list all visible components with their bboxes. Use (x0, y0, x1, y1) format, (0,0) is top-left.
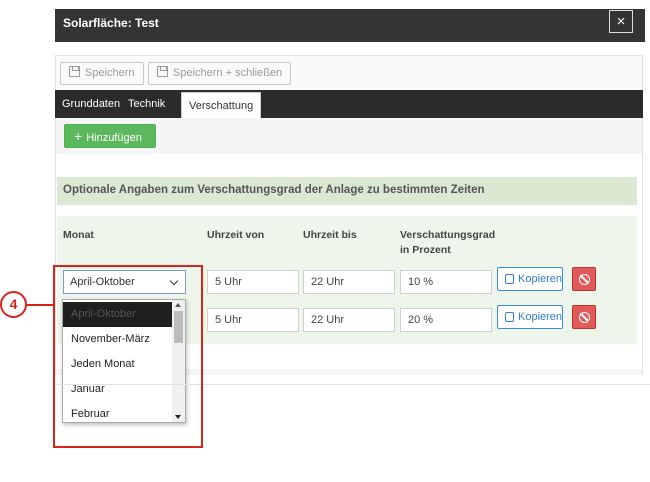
add-button-label: Hinzufügen (86, 132, 142, 144)
save-close-button-label: Speichern + schließen (173, 67, 283, 79)
toolbar: Speichern Speichern + schließen (55, 55, 643, 90)
save-close-button[interactable]: Speichern + schließen (148, 62, 292, 85)
column-header-month: Monat (63, 229, 94, 241)
section-title: Optionale Angaben zum Verschattungsgrad … (63, 184, 485, 196)
ban-icon (579, 312, 590, 323)
floppy-disk-icon (157, 66, 168, 77)
save-button-label: Speichern (85, 67, 135, 79)
plus-icon: + (74, 128, 83, 144)
column-header-time-from: Uhrzeit von (207, 229, 265, 241)
tab-bar: Grunddaten Technik Verschattung (55, 90, 643, 120)
time-to-input[interactable]: 22 Uhr (303, 270, 395, 294)
ban-icon (579, 274, 590, 285)
copy-button-label: Kopieren (518, 311, 563, 323)
step-number-badge: 4 (0, 291, 27, 318)
copy-button-label: Kopieren (518, 273, 563, 285)
column-header-time-to: Uhrzeit bis (303, 229, 357, 241)
column-header-shading-line1: Verschattungsgrad (400, 229, 496, 241)
copy-icon (505, 312, 514, 322)
column-header-shading-line2: in Prozent (400, 244, 451, 256)
save-button[interactable]: Speichern (60, 62, 144, 85)
tab-grunddaten[interactable]: Grunddaten (55, 90, 127, 118)
copy-button[interactable]: Kopieren (497, 305, 563, 329)
delete-button[interactable] (572, 267, 596, 291)
copy-icon (505, 274, 514, 284)
dialog-header: Solarfläche: Test × (55, 9, 645, 42)
highlight-frame (53, 265, 203, 448)
copy-button[interactable]: Kopieren (497, 267, 563, 291)
floppy-disk-icon (69, 66, 80, 77)
tab-verschattung[interactable]: Verschattung (181, 92, 262, 120)
tab-technik[interactable]: Technik (121, 90, 172, 118)
shading-percent-input[interactable]: 10 % (400, 270, 492, 294)
section-header: Optionale Angaben zum Verschattungsgrad … (57, 177, 637, 205)
column-header-shading: Verschattungsgrad in Prozent (400, 228, 495, 258)
time-from-input[interactable]: 5 Uhr (207, 270, 299, 294)
dialog-title: Solarfläche: Test (63, 16, 159, 30)
callout-line (26, 304, 53, 306)
shading-percent-input[interactable]: 20 % (400, 308, 492, 332)
time-from-input[interactable]: 5 Uhr (207, 308, 299, 332)
close-button[interactable]: × (609, 10, 633, 33)
add-button[interactable]: + Hinzufügen (64, 124, 156, 148)
delete-button[interactable] (572, 305, 596, 329)
time-to-input[interactable]: 22 Uhr (303, 308, 395, 332)
